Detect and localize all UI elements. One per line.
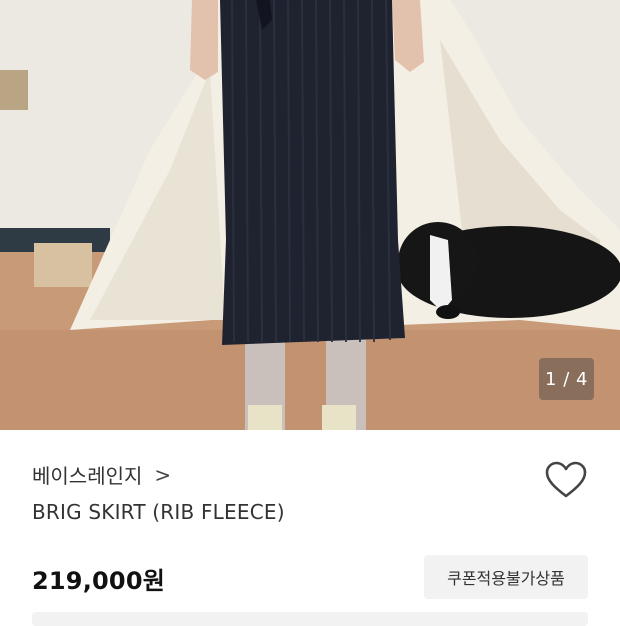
product-price: 219,000원: [32, 567, 165, 595]
product-photo: [0, 0, 620, 430]
product-title: BRIG SKIRT (RIB FLEECE): [32, 500, 285, 524]
heart-outline-icon[interactable]: [544, 460, 588, 500]
brand-name: 베이스레인지: [32, 464, 143, 488]
coupon-ineligible-badge: 쿠폰적용불가상품: [424, 555, 588, 599]
image-counter: 1 / 4: [539, 358, 594, 400]
brand-link[interactable]: 베이스레인지 >: [32, 460, 171, 489]
product-image-gallery[interactable]: 1 / 4: [0, 0, 620, 430]
next-section-bar: [32, 612, 588, 626]
chevron-right-icon: >: [154, 462, 172, 487]
